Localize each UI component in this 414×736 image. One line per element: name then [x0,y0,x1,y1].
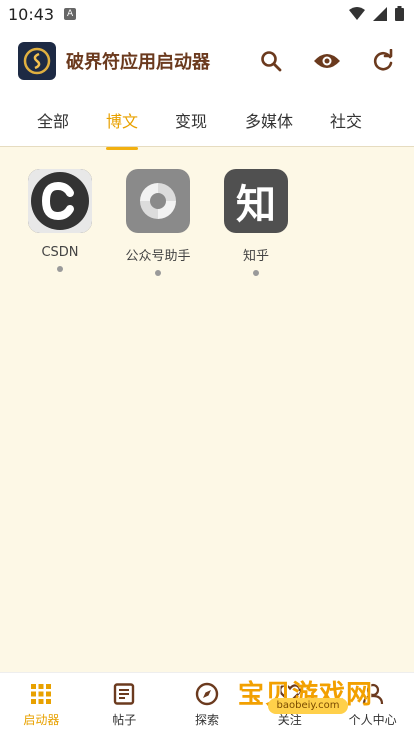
app-label-csdn: CSDN [41,245,79,260]
tab-blog[interactable]: 博文 [106,108,138,132]
nav-explore[interactable]: 探索 [166,673,249,736]
app-item-csdn[interactable]: CSDN [15,169,105,272]
header-actions [256,46,398,76]
refresh-icon[interactable] [368,46,398,76]
csdn-icon[interactable] [28,169,92,233]
nav-label-explore: 探索 [194,713,219,727]
tab-monetize[interactable]: 变现 [175,108,207,132]
heart-icon [277,681,303,707]
tab-all[interactable]: 全部 [37,108,69,132]
nav-posts[interactable]: 帖子 [83,673,166,736]
nav-profile[interactable]: 个人中心 [331,673,414,736]
category-tabs: 全部 博文 变现 多媒体 社交 [0,94,414,147]
app-label-wechat-mp: 公众号助手 [125,249,191,264]
app-dot [57,266,63,272]
grid-icon [28,681,54,707]
nav-label-launcher: 启动器 [23,713,60,727]
zhihu-glyph: 知 [236,182,276,228]
wechat-mp-icon[interactable] [126,169,190,233]
nav-follow[interactable]: 关注 [248,673,331,736]
signal-icon [373,6,387,25]
zhihu-icon[interactable]: 知 [224,169,288,233]
tab-multimedia[interactable]: 多媒体 [245,108,293,132]
battery-icon [395,6,404,25]
app-title: 破界符应用启动器 [66,52,210,73]
document-icon [111,681,137,707]
app-label-zhihu: 知乎 [242,249,269,264]
app-item-zhihu[interactable]: 知 知乎 [211,169,301,276]
compass-icon [194,681,220,707]
app-grid: CSDN 公众号助手 知 知乎 [0,147,414,672]
nav-launcher[interactable]: 启动器 [0,673,83,736]
app-dot [253,270,259,276]
app-item-wechat-mp[interactable]: 公众号助手 [113,169,203,276]
person-icon [360,681,386,707]
status-time: 10:43 [8,4,55,24]
status-bar: 10:43 A [0,0,414,28]
nav-label-follow: 关注 [277,713,302,727]
app-dot [155,270,161,276]
search-icon[interactable] [256,46,286,76]
status-icons [349,6,404,25]
tab-social[interactable]: 社交 [330,108,362,132]
app-logo [18,42,56,80]
eye-icon[interactable] [312,46,342,76]
wifi-icon [349,6,365,25]
bottom-nav: 启动器 帖子 探索 关注 个人中心 [0,672,414,736]
app-header: 破界符应用启动器 [0,28,414,94]
status-indicator: A [64,8,77,20]
nav-label-profile: 个人中心 [348,713,397,727]
nav-label-posts: 帖子 [112,713,137,727]
